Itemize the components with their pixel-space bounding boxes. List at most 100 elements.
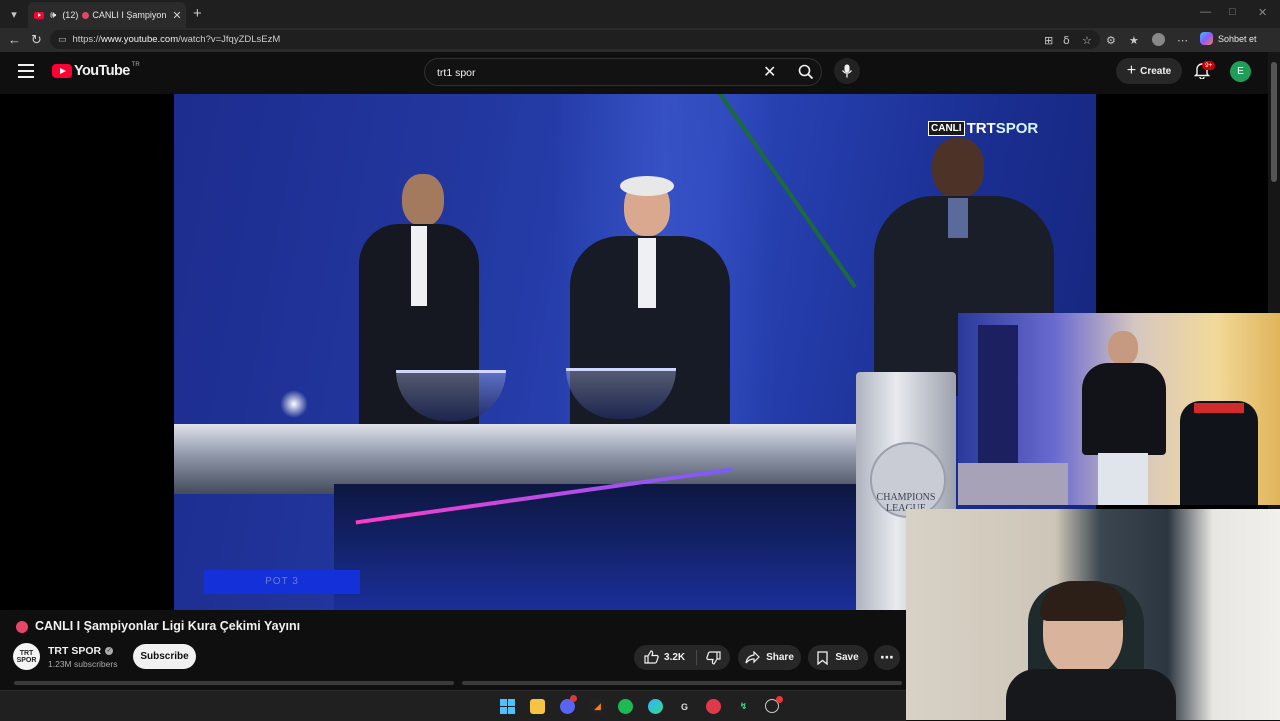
discord-badge [570, 695, 577, 702]
streamer-camera-2 [906, 509, 1280, 720]
content-divider-left [14, 681, 454, 685]
notification-badge: 9+ [1202, 61, 1216, 70]
save-button[interactable]: Save [808, 645, 868, 670]
spotify-icon[interactable] [618, 699, 633, 714]
url-domain: www.youtube.com [101, 34, 179, 45]
url-path: /watch?v=JfqyZDLsEzM [178, 34, 281, 45]
clear-search-icon[interactable]: ✕ [763, 62, 776, 82]
channel-name[interactable]: TRT SPOR [48, 645, 101, 657]
search-box: ✕ [424, 58, 822, 86]
share-icon [745, 651, 760, 664]
live-indicator-icon [16, 621, 28, 633]
browser-tab-strip: ▾ 🕪 (12) CANLI I Şampiyonlar ✕ + — □ ✕ [0, 0, 1280, 28]
file-explorer-icon[interactable] [530, 699, 545, 714]
channel-bug: CANLI TRT SPOR [928, 120, 1038, 137]
pot-graphic: POT 3 [204, 570, 360, 594]
streamer-camera-1 [958, 313, 1280, 505]
favorite-star-icon[interactable]: ☆ [1082, 34, 1092, 47]
copilot-label: Sohbet et [1218, 33, 1257, 44]
verified-check-icon: ✓ [105, 647, 114, 656]
desk-front-panel [334, 484, 934, 610]
guide-menu-icon[interactable] [18, 64, 34, 78]
copilot-icon [1200, 32, 1213, 45]
bug-live-label: CANLI [928, 121, 965, 136]
edge-icon[interactable] [648, 699, 663, 714]
country-code: TR [131, 62, 140, 68]
content-divider-right [462, 681, 902, 685]
window-close-icon[interactable]: ✕ [1258, 6, 1267, 19]
windows-start-icon[interactable] [500, 699, 515, 714]
cam1-head [1108, 331, 1138, 365]
tab-close-icon[interactable]: ✕ [172, 9, 181, 22]
extension-icon[interactable]: ⚙ [1106, 34, 1116, 47]
favorites-icon[interactable]: ★ [1129, 34, 1139, 47]
green-app-icon[interactable]: ↯ [736, 699, 751, 714]
address-bar[interactable]: ▭ https:// www.youtube.com /watch?v=Jfqy… [50, 30, 1100, 49]
channel-avatar[interactable]: TRT SPOR [13, 643, 40, 670]
create-button[interactable]: + Create [1116, 58, 1182, 84]
reload-icon[interactable]: ↻ [31, 32, 42, 48]
url-prefix: https:// [72, 34, 102, 45]
cam1-scarf-stand [1180, 401, 1258, 505]
tab-audio-icon[interactable]: 🕪 [50, 10, 56, 21]
more-actions-icon[interactable]: ⋯ [874, 645, 900, 670]
tab-notification-count: (12) [62, 10, 79, 20]
microphone-icon [841, 64, 853, 78]
like-count: 3.2K [664, 652, 686, 663]
save-label: Save [835, 652, 859, 663]
like-dislike-divider [696, 650, 697, 665]
like-dislike-group: 3.2K [634, 645, 730, 670]
browser-g-icon[interactable]: G [677, 699, 692, 714]
bookmark-icon [817, 650, 828, 665]
minimize-icon[interactable]: — [1200, 6, 1211, 18]
more-menu-icon[interactable]: ⋯ [1177, 34, 1188, 47]
translate-icon[interactable]: ẟ [1063, 34, 1070, 47]
streaming-app-icon[interactable]: ◢ [590, 699, 605, 714]
subscriber-count: 1.23M subscribers [48, 659, 118, 669]
tab-live-dot-icon [82, 11, 90, 19]
ball-glare [280, 390, 308, 418]
channel-avatar-bottom: SPOR [16, 656, 37, 664]
dislike-button[interactable] [706, 651, 721, 668]
voice-search-button[interactable] [834, 58, 860, 84]
video-title: CANLI I Şampiyonlar Ligi Kura Çekimi Yay… [35, 619, 301, 633]
account-avatar[interactable]: E [1230, 61, 1251, 82]
site-info-icon[interactable]: ▭ [58, 34, 67, 45]
browser-tab-active[interactable]: 🕪 (12) CANLI I Şampiyonlar ✕ [28, 2, 186, 28]
cam1-bed [958, 463, 1068, 505]
back-icon[interactable]: ← [8, 32, 21, 47]
copilot-button[interactable]: Sohbet et [1200, 32, 1257, 45]
plus-icon: + [1126, 62, 1137, 79]
tab-title: CANLI I Şampiyonlar [92, 10, 167, 20]
youtube-masthead: YouTube TR ✕ + Create 9+ E [0, 52, 1268, 92]
youtube-wordmark: YouTube [74, 63, 130, 79]
profile-avatar-icon[interactable] [1152, 33, 1165, 46]
new-tab-icon[interactable]: + [193, 5, 202, 22]
youtube-play-icon [52, 64, 72, 78]
thumbs-up-icon [644, 650, 659, 664]
browser-toolbar: ← ↻ ▭ https:// www.youtube.com /watch?v=… [0, 28, 1280, 52]
tab-actions-menu-icon[interactable]: ▾ [4, 4, 24, 24]
subscribe-button[interactable]: Subscribe [133, 644, 196, 669]
channel-name-row[interactable]: TRT SPOR ✓ [48, 645, 114, 657]
maximize-icon[interactable]: □ [1229, 6, 1236, 18]
like-button[interactable] [644, 650, 659, 667]
install-app-icon[interactable]: ⊞ [1044, 34, 1053, 47]
red-app-icon[interactable] [706, 699, 721, 714]
cam1-shirt [1082, 363, 1166, 455]
thumbs-down-icon [706, 651, 721, 665]
create-label: Create [1140, 65, 1172, 77]
bug-spor-label: SPOR [995, 120, 1039, 137]
cam2-shirt [1006, 669, 1176, 720]
youtube-logo[interactable]: YouTube TR [52, 62, 140, 79]
cam1-pants [1098, 453, 1148, 505]
search-input[interactable] [435, 64, 759, 82]
search-icon [798, 64, 814, 80]
scrollbar-thumb[interactable] [1271, 62, 1277, 182]
cam2-hair [1040, 581, 1126, 621]
search-button[interactable] [791, 59, 821, 85]
share-label: Share [766, 652, 794, 663]
share-button[interactable]: Share [738, 645, 801, 670]
clock-app-badge [776, 696, 783, 703]
cam1-hat [1194, 403, 1244, 413]
